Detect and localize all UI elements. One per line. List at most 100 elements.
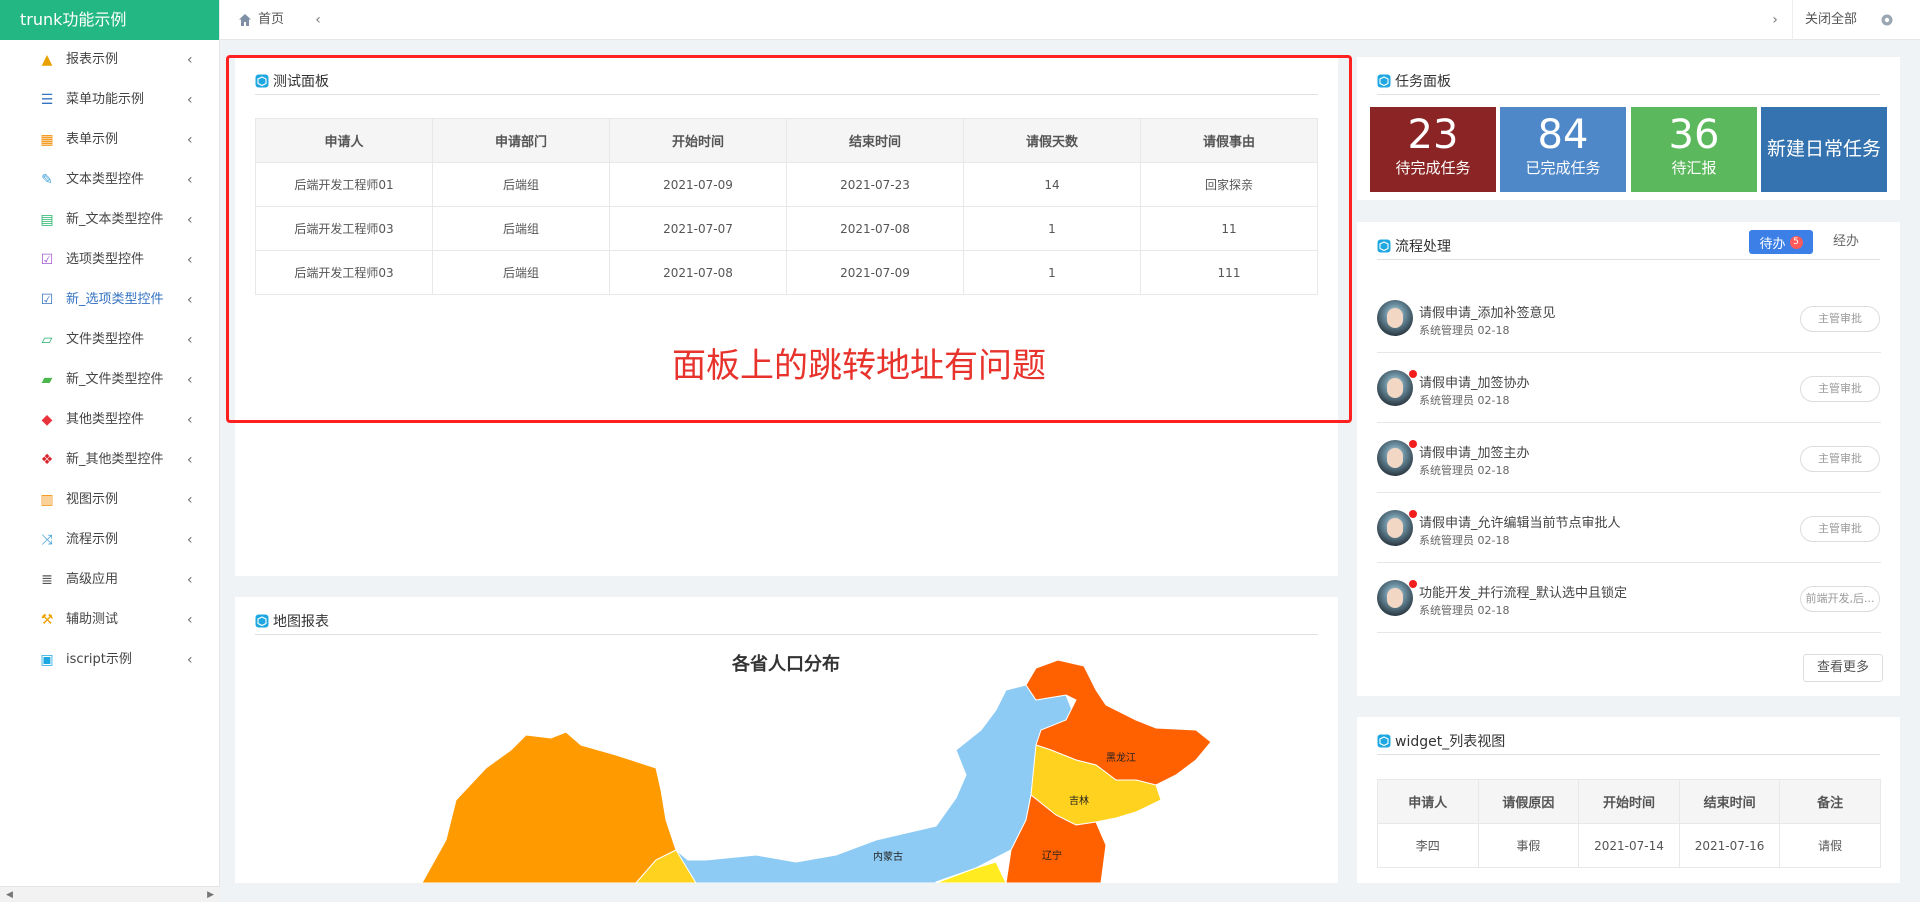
- table-row[interactable]: 后端开发工程师03 后端组 2021-07-08 2021-07-09 1 111: [255, 250, 1318, 295]
- flow-item-title[interactable]: 请假申请_加签主办: [1419, 442, 1530, 461]
- sidebar-item-label: 新_其他类型控件: [66, 452, 164, 467]
- tile-pending-tasks[interactable]: 23 待完成任务: [1370, 107, 1496, 192]
- tab-done[interactable]: 经办: [1826, 230, 1866, 254]
- map-region-xinjiang[interactable]: [421, 731, 677, 883]
- flow-item-action-button[interactable]: 主管审批: [1800, 306, 1880, 332]
- flow-item-action-button[interactable]: 主管审批: [1800, 376, 1880, 402]
- flow-item-title[interactable]: 请假申请_添加补签意见: [1419, 302, 1556, 321]
- cube-icon: ◆: [41, 412, 53, 428]
- flow-item-title[interactable]: 请假申请_加签协办: [1419, 372, 1530, 391]
- sidebar-item-label: iscript示例: [66, 652, 132, 667]
- tab-todo[interactable]: 待办 5: [1749, 230, 1813, 254]
- table-icon: ▦: [40, 132, 54, 148]
- widget-panel-header: widget_列表视图: [1377, 727, 1880, 755]
- sidebar-item[interactable]: ☰ 菜单功能示例 ‹: [0, 80, 219, 120]
- sidebar-item[interactable]: ☑ 选项类型控件 ‹: [0, 240, 219, 280]
- column-header[interactable]: 请假事由: [1140, 118, 1318, 163]
- scroll-right-arrow-icon[interactable]: ▶: [207, 887, 214, 902]
- test-panel-title: 测试面板: [273, 73, 329, 90]
- flow-item-title[interactable]: 功能开发_并行流程_默认选中且锁定: [1419, 582, 1627, 601]
- column-header[interactable]: 请假天数: [963, 118, 1141, 163]
- flow-list-item[interactable]: 请假申请_加签主办 系统管理员 02-18 主管审批: [1377, 423, 1881, 493]
- column-header[interactable]: 申请人: [255, 118, 433, 163]
- flow-list-item[interactable]: 请假申请_允许编辑当前节点审批人 系统管理员 02-18 主管审批: [1377, 493, 1881, 563]
- table-row[interactable]: 李四 事假 2021-07-14 2021-07-16 请假: [1377, 823, 1881, 868]
- table-cell: 111: [1140, 250, 1318, 295]
- sidebar-item[interactable]: ✎ 文本类型控件 ‹: [0, 160, 219, 200]
- flow-panel-title: 流程处理: [1395, 238, 1451, 255]
- sidebar-item[interactable]: ⚒ 辅助测试 ‹: [0, 600, 219, 640]
- sidebar-item[interactable]: ▲ 报表示例 ‹: [0, 40, 219, 80]
- column-header[interactable]: 结束时间: [1678, 779, 1781, 824]
- sidebar-item[interactable]: ≣ 高级应用 ‹: [0, 560, 219, 600]
- table-row[interactable]: 后端开发工程师01 后端组 2021-07-09 2021-07-23 14 回家探亲: [255, 162, 1318, 207]
- flow-list-item[interactable]: 请假申请_添加补签意见 系统管理员 02-18 主管审批: [1377, 283, 1881, 353]
- sidebar-menu: ▲ 报表示例 ‹ ☰ 菜单功能示例 ‹ ▦ 表单示例 ‹ ✎ 文本类型控件 ‹ ▤ 新_文本类型控件 ‹ ☑ 选…: [0, 40, 219, 680]
- file-text-icon: ▤: [40, 212, 54, 228]
- sidebar-item-label: 新_文本类型控件: [66, 212, 164, 227]
- sidebar-item[interactable]: ▦ 表单示例 ‹: [0, 120, 219, 160]
- flow-item-action-button[interactable]: 主管审批: [1800, 446, 1880, 472]
- tab-home[interactable]: 首页: [238, 0, 284, 40]
- tab-todo-label: 待办: [1759, 236, 1786, 252]
- sidebar-item[interactable]: ▣ iscript示例 ‹: [0, 640, 219, 680]
- sidebar-item-label: 新_选项类型控件: [66, 292, 164, 307]
- cube-box-icon: [1377, 734, 1391, 747]
- column-header[interactable]: 开始时间: [1578, 779, 1680, 824]
- folder-open-filled-icon: ▰: [41, 372, 53, 388]
- sidebar-item[interactable]: ▱ 文件类型控件 ‹: [0, 320, 219, 360]
- unread-dot-icon: [1409, 510, 1417, 518]
- flow-item-title[interactable]: 请假申请_允许编辑当前节点审批人: [1419, 512, 1621, 531]
- sidebar-item[interactable]: ⤨ 流程示例 ‹: [0, 520, 219, 560]
- map-label-liaoning: 辽宁: [1042, 849, 1062, 862]
- chevron-left-icon: ‹: [187, 52, 193, 68]
- close-all-button[interactable]: 关闭全部: [1805, 0, 1857, 40]
- table-cell: 请假: [1779, 823, 1881, 868]
- flow-item-action-button[interactable]: 主管审批: [1800, 516, 1880, 542]
- column-header[interactable]: 申请部门: [432, 118, 610, 163]
- sidebar-item[interactable]: ☑ 新_选项类型控件 ‹: [0, 280, 219, 320]
- home-icon: [239, 14, 251, 26]
- chevron-left-icon: ‹: [187, 572, 193, 588]
- column-header[interactable]: 结束时间: [786, 118, 964, 163]
- table-cell: 李四: [1377, 823, 1479, 868]
- sidebar-item[interactable]: ❖ 新_其他类型控件 ‹: [0, 440, 219, 480]
- cube-box-icon: [1377, 239, 1391, 252]
- flow-item-meta: 系统管理员 02-18: [1419, 604, 1510, 617]
- column-header[interactable]: 备注: [1779, 779, 1881, 824]
- tabs-scroll-right-icon[interactable]: ›: [1765, 0, 1785, 40]
- sidebar-item[interactable]: ▤ 新_文本类型控件 ‹: [0, 200, 219, 240]
- sidebar-item[interactable]: ▰ 新_文件类型控件 ‹: [0, 360, 219, 400]
- checkbox-checked-icon: ☑: [40, 292, 54, 308]
- table-row[interactable]: 后端开发工程师03 后端组 2021-07-07 2021-07-08 1 11: [255, 206, 1318, 251]
- checkbox-icon: ☑: [40, 252, 54, 268]
- app-brand[interactable]: trunk功能示例: [0, 0, 219, 40]
- tabs-scroll-left-icon[interactable]: ‹: [308, 0, 328, 40]
- column-header[interactable]: 申请人: [1377, 779, 1479, 824]
- tile-completed-tasks[interactable]: 84 已完成任务: [1500, 107, 1626, 192]
- sidebar-item-label: 新_文件类型控件: [66, 372, 164, 387]
- unread-dot-icon: [1409, 440, 1417, 448]
- sidebar-horizontal-scrollbar[interactable]: ◀ ▶: [0, 886, 220, 902]
- sidebar-item[interactable]: ▥ 视图示例 ‹: [0, 480, 219, 520]
- tile-to-report[interactable]: 36 待汇报: [1631, 107, 1757, 192]
- flow-list-item[interactable]: 请假申请_加签协办 系统管理员 02-18 主管审批: [1377, 353, 1881, 423]
- tile-completed-label: 已完成任务: [1525, 159, 1601, 177]
- sidebar-item-label: 选项类型控件: [66, 252, 145, 267]
- column-header[interactable]: 请假原因: [1477, 779, 1580, 824]
- sidebar-item-label: 辅助测试: [66, 612, 119, 627]
- sidebar-item[interactable]: ◆ 其他类型控件 ‹: [0, 400, 219, 440]
- test-panel-table: 申请人 申请部门 开始时间 结束时间 请假天数 请假事由 后端开发工程师01 后端组 2021…: [255, 118, 1318, 295]
- widget-panel-title: widget_列表视图: [1395, 733, 1506, 750]
- avatar: [1377, 510, 1413, 546]
- gear-icon[interactable]: [1880, 13, 1894, 27]
- table-cell: 后端组: [432, 250, 610, 295]
- test-panel: 测试面板 申请人 申请部门 开始时间 结束时间 请假天数 请假事由 后端开发工程师01 后端…: [235, 57, 1338, 576]
- new-daily-task-button[interactable]: 新建日常任务: [1761, 107, 1887, 192]
- flow-list-item[interactable]: 功能开发_并行流程_默认选中且锁定系统管理员 02-18 前端开发,后...: [1377, 563, 1881, 633]
- scroll-left-arrow-icon[interactable]: ◀: [6, 887, 13, 902]
- table-cell: 2021-07-07: [609, 206, 787, 251]
- view-more-button[interactable]: 查看更多: [1803, 654, 1883, 682]
- flow-item-action-button[interactable]: 前端开发,后...: [1800, 586, 1880, 612]
- column-header[interactable]: 开始时间: [609, 118, 787, 163]
